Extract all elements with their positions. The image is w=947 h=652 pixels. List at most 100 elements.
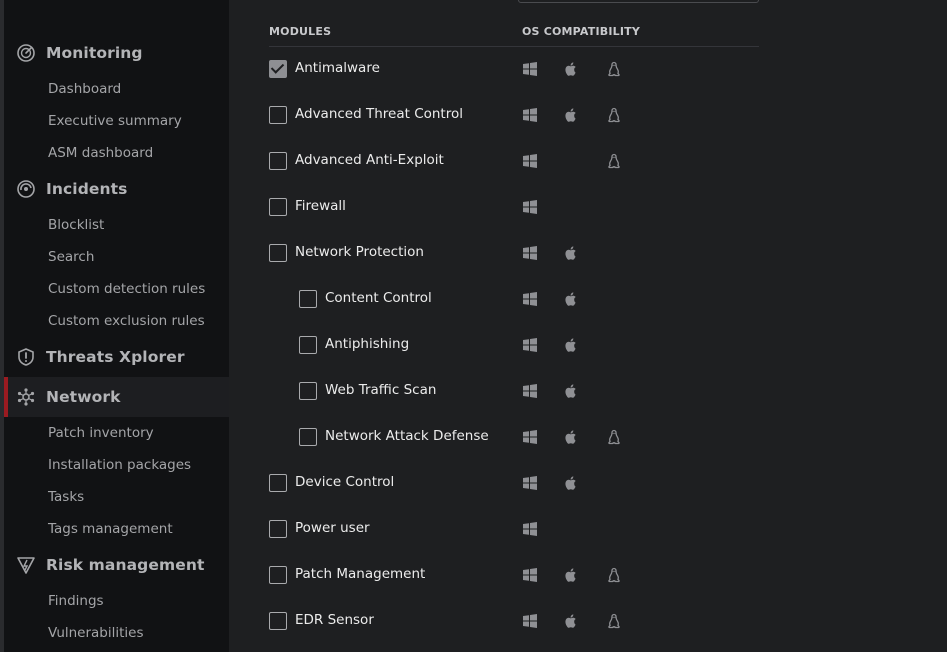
module-row-web-traffic-scan: Web Traffic Scan xyxy=(229,376,759,406)
risk-management-icon xyxy=(16,555,36,575)
module-label: EDR Sensor xyxy=(295,612,374,628)
module-label: Patch Management xyxy=(295,566,426,582)
windows-icon xyxy=(522,107,538,123)
sidebar-item-vulnerabilities[interactable]: Vulnerabilities xyxy=(48,624,144,642)
web-traffic-scan-checkbox[interactable] xyxy=(299,382,317,400)
windows-icon xyxy=(522,245,538,261)
antimalware-checkbox[interactable] xyxy=(269,60,287,78)
sidebar-section-label: Monitoring xyxy=(46,44,143,62)
windows-icon xyxy=(522,521,538,537)
module-label: Web Traffic Scan xyxy=(325,382,437,398)
mac-icon xyxy=(563,567,579,583)
module-label: Network Protection xyxy=(295,244,424,260)
network-protection-checkbox[interactable] xyxy=(269,244,287,262)
module-label: Antimalware xyxy=(295,60,380,76)
sidebar-item-search[interactable]: Search xyxy=(48,248,94,266)
module-label: Content Control xyxy=(325,290,432,306)
sidebar-item-dashboard[interactable]: Dashboard xyxy=(48,80,121,98)
sidebar-item-blocklist[interactable]: Blocklist xyxy=(48,216,104,234)
network-icon xyxy=(16,387,36,407)
module-label: Firewall xyxy=(295,198,346,214)
sidebar-item-executive-summary[interactable]: Executive summary xyxy=(48,112,182,130)
module-row-network-attack-defense: Network Attack Defense xyxy=(229,422,759,452)
module-row-firewall: Firewall xyxy=(229,192,759,222)
sidebar-section-network[interactable]: Network xyxy=(4,377,229,417)
edr-sensor-checkbox[interactable] xyxy=(269,612,287,630)
windows-icon xyxy=(522,383,538,399)
windows-icon xyxy=(522,567,538,583)
mac-icon xyxy=(563,245,579,261)
module-label: Network Attack Defense xyxy=(325,428,489,444)
windows-icon xyxy=(522,337,538,353)
module-row-patch-management: Patch Management xyxy=(229,560,759,590)
mac-icon xyxy=(563,429,579,445)
sidebar-section-threats-xplorer[interactable]: Threats Xplorer xyxy=(4,337,229,377)
sidebar-section-incidents[interactable]: Incidents xyxy=(4,169,229,209)
sidebar-item-tasks[interactable]: Tasks xyxy=(48,488,84,506)
shield-icon xyxy=(16,347,36,367)
mac-icon xyxy=(563,475,579,491)
windows-icon xyxy=(522,475,538,491)
module-label: Antiphishing xyxy=(325,336,410,352)
linux-icon xyxy=(606,567,622,583)
antiphishing-checkbox[interactable] xyxy=(299,336,317,354)
sidebar-item-patch-inventory[interactable]: Patch inventory xyxy=(48,424,154,442)
module-row-advanced-anti-exploit: Advanced Anti-Exploit xyxy=(229,146,759,176)
sidebar: Monitoring Dashboard Executive summary ASM … xyxy=(0,0,229,652)
mac-icon xyxy=(563,337,579,353)
sidebar-section-label: Risk management xyxy=(46,556,205,574)
module-label: Advanced Threat Control xyxy=(295,106,463,122)
firewall-checkbox[interactable] xyxy=(269,198,287,216)
sidebar-item-asm-dashboard[interactable]: ASM dashboard xyxy=(48,144,153,162)
main-panel: MODULES OS COMPATIBILITY Antimalware Adva… xyxy=(229,0,947,652)
mac-icon xyxy=(563,61,579,77)
sidebar-item-findings[interactable]: Findings xyxy=(48,592,104,610)
top-input-box[interactable] xyxy=(518,0,759,3)
patch-management-checkbox[interactable] xyxy=(269,566,287,584)
sidebar-section-label: Threats Xplorer xyxy=(46,348,185,366)
windows-icon xyxy=(522,613,538,629)
module-row-antiphishing: Antiphishing xyxy=(229,330,759,360)
monitoring-icon xyxy=(16,43,36,63)
device-control-checkbox[interactable] xyxy=(269,474,287,492)
module-label: Power user xyxy=(295,520,370,536)
sidebar-item-custom-detection-rules[interactable]: Custom detection rules xyxy=(48,280,205,298)
windows-icon xyxy=(522,429,538,445)
linux-icon xyxy=(606,61,622,77)
sidebar-item-tags-management[interactable]: Tags management xyxy=(48,520,173,538)
module-row-power-user: Power user xyxy=(229,514,759,544)
windows-icon xyxy=(522,291,538,307)
module-row-network-protection: Network Protection xyxy=(229,238,759,268)
windows-icon xyxy=(522,153,538,169)
network-attack-defense-checkbox[interactable] xyxy=(299,428,317,446)
windows-icon xyxy=(522,61,538,77)
linux-icon xyxy=(606,613,622,629)
mac-icon xyxy=(563,613,579,629)
mac-icon xyxy=(563,107,579,123)
sidebar-item-installation-packages[interactable]: Installation packages xyxy=(48,456,191,474)
power-user-checkbox[interactable] xyxy=(269,520,287,538)
windows-icon xyxy=(522,199,538,215)
advanced-threat-control-checkbox[interactable] xyxy=(269,106,287,124)
module-label: Device Control xyxy=(295,474,395,490)
sidebar-section-monitoring[interactable]: Monitoring xyxy=(4,33,229,73)
mac-icon xyxy=(563,291,579,307)
linux-icon xyxy=(606,107,622,123)
header-divider xyxy=(269,46,759,47)
module-label: Advanced Anti-Exploit xyxy=(295,152,444,168)
module-row-advanced-threat-control: Advanced Threat Control xyxy=(229,100,759,130)
mac-icon xyxy=(563,383,579,399)
sidebar-section-risk-management[interactable]: Risk management xyxy=(4,545,229,585)
module-row-device-control: Device Control xyxy=(229,468,759,498)
modules-column-header: MODULES xyxy=(269,25,332,38)
sidebar-item-custom-exclusion-rules[interactable]: Custom exclusion rules xyxy=(48,312,205,330)
incidents-icon xyxy=(16,179,36,199)
sidebar-section-label: Network xyxy=(46,388,121,406)
module-row-content-control: Content Control xyxy=(229,284,759,314)
module-row-antimalware: Antimalware xyxy=(229,54,759,84)
os-compatibility-column-header: OS COMPATIBILITY xyxy=(522,25,641,38)
linux-icon xyxy=(606,153,622,169)
content-control-checkbox[interactable] xyxy=(299,290,317,308)
sidebar-section-label: Incidents xyxy=(46,180,128,198)
advanced-anti-exploit-checkbox[interactable] xyxy=(269,152,287,170)
